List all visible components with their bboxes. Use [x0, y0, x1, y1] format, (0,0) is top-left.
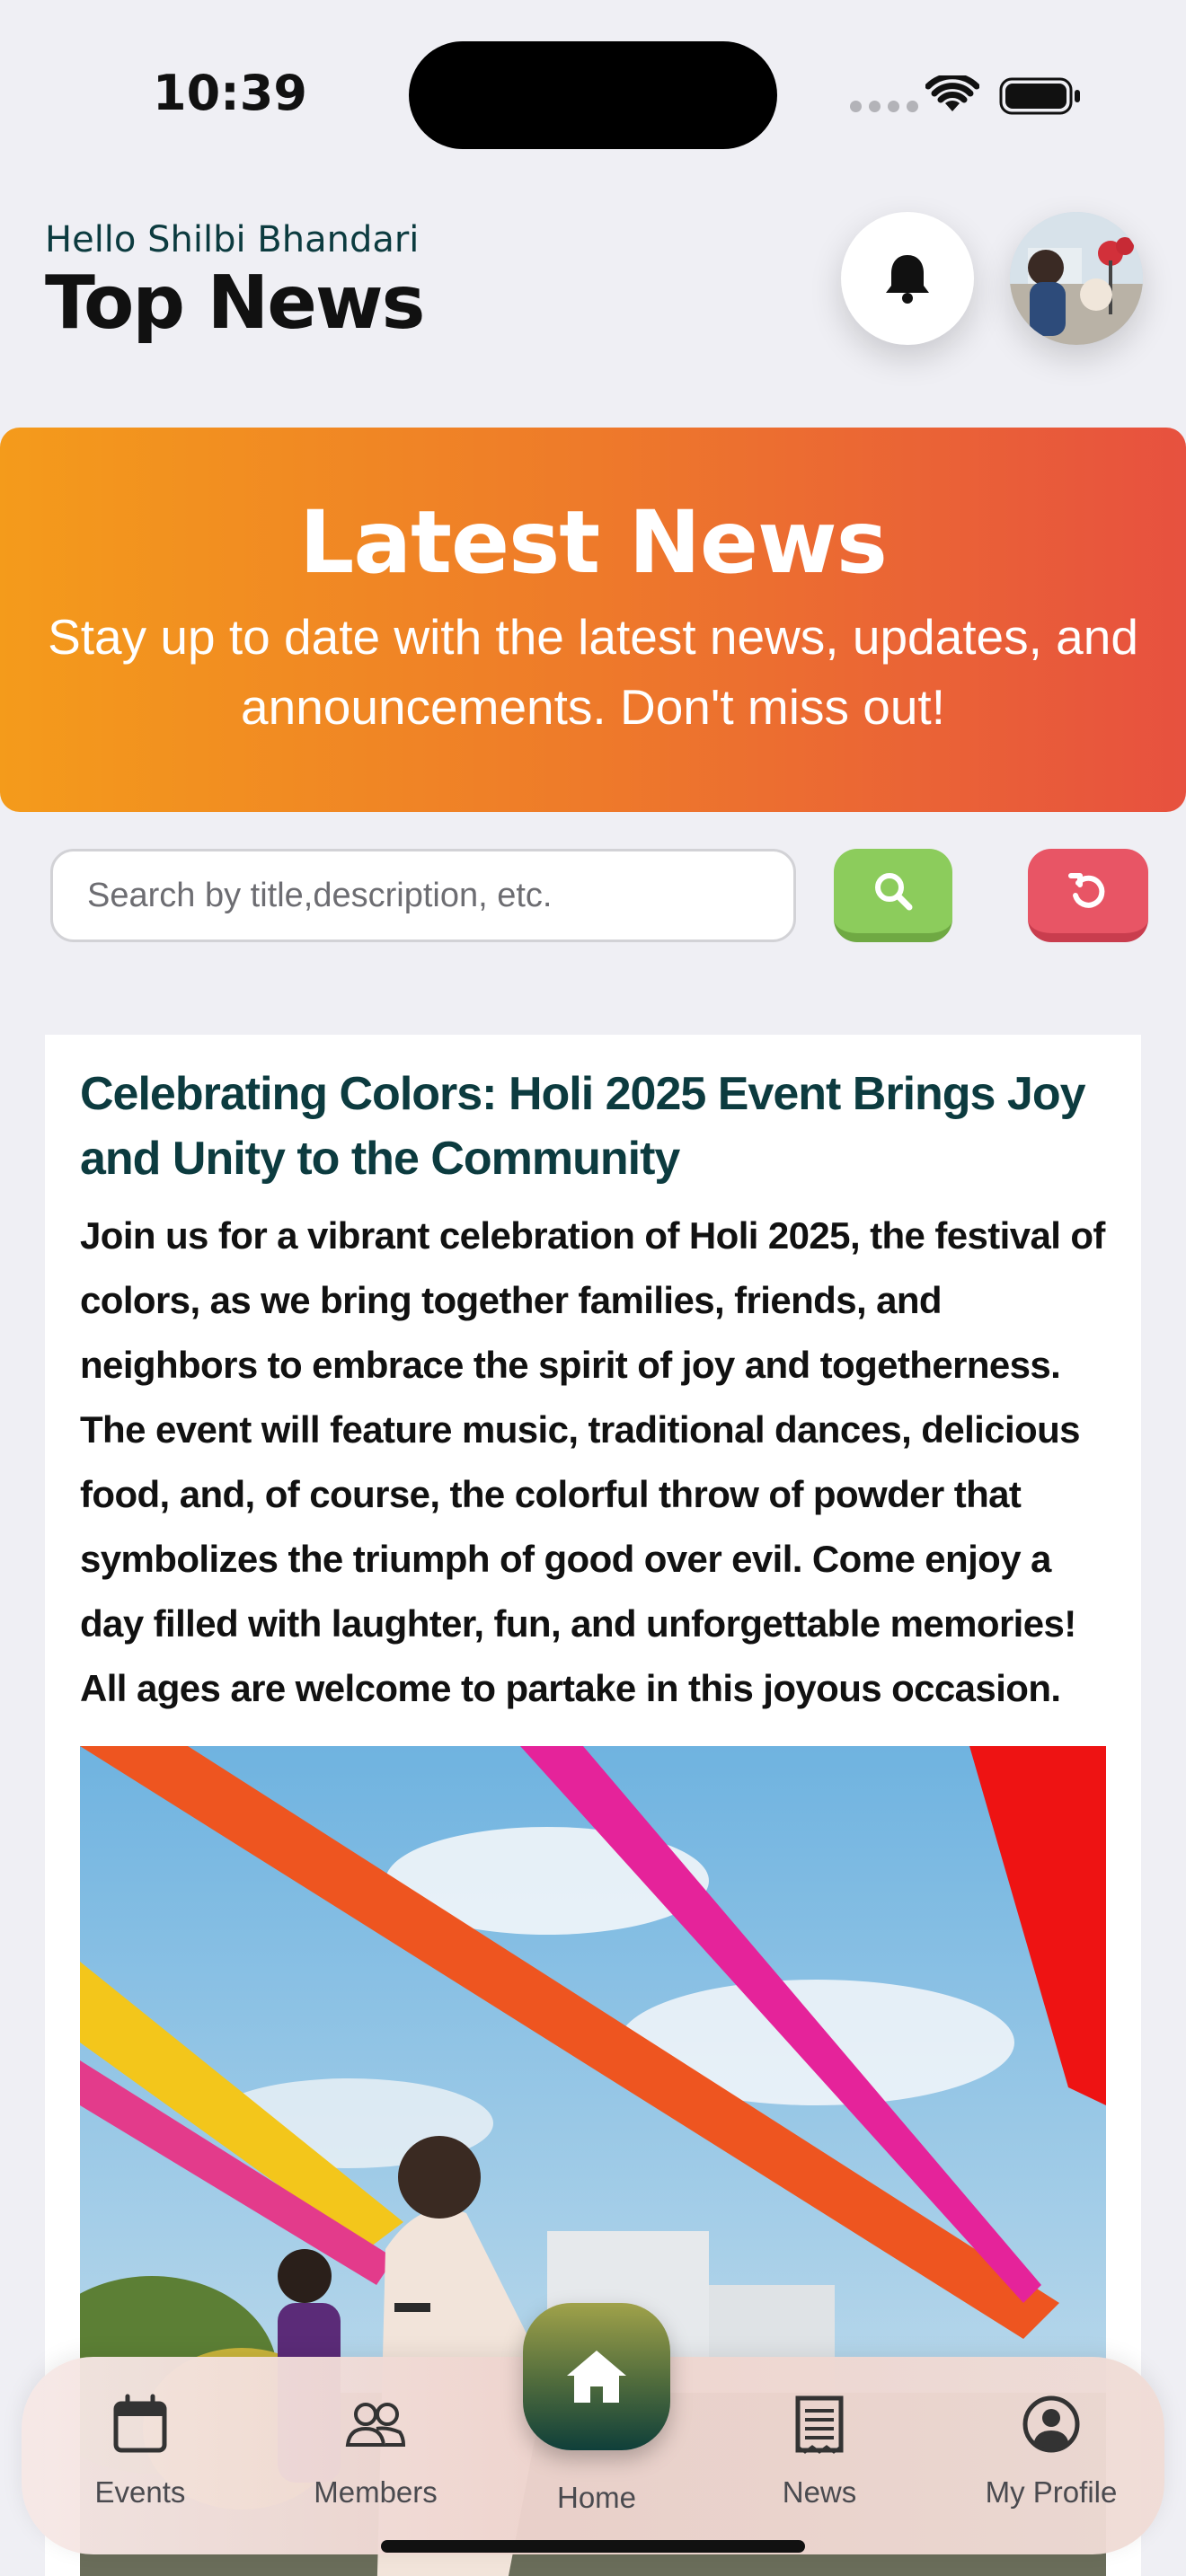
cellular-signal-icon: [850, 101, 918, 112]
nav-item-my-profile[interactable]: My Profile: [952, 2393, 1150, 2510]
nav-item-news[interactable]: News: [721, 2393, 918, 2510]
banner-title: Latest News: [299, 492, 888, 593]
home-button[interactable]: [523, 2303, 670, 2450]
nav-label-news: News: [782, 2475, 857, 2509]
notifications-button[interactable]: [841, 212, 974, 345]
reset-button[interactable]: [1028, 849, 1148, 942]
banner-subtitle: Stay up to date with the latest news, up…: [48, 609, 1138, 735]
nav-label-home: Home: [556, 2481, 637, 2514]
search-button[interactable]: [834, 849, 952, 942]
page-title: Top News: [45, 260, 425, 346]
greeting-text: Hello Shilbi Bhandari: [45, 219, 420, 260]
battery-icon: [999, 77, 1080, 115]
search-input[interactable]: [50, 849, 796, 942]
bell-icon: [886, 255, 929, 304]
dynamic-island: [409, 41, 777, 149]
avatar[interactable]: [1010, 212, 1143, 345]
nav-label-my-profile: My Profile: [985, 2475, 1118, 2509]
profile-icon: [1022, 2395, 1080, 2453]
nav-item-events[interactable]: Events: [41, 2393, 239, 2510]
home-icon: [567, 2351, 626, 2403]
search-icon: [875, 873, 913, 911]
nav-item-members[interactable]: Members: [277, 2393, 474, 2510]
newspaper-icon: [795, 2395, 844, 2454]
news-description: Join us for a vibrant celebration of Hol…: [80, 1214, 1105, 1709]
news-title[interactable]: Celebrating Colors: Holi 2025 Event Brin…: [80, 1062, 1113, 1191]
wifi-icon: [925, 75, 979, 111]
members-icon: [345, 2403, 406, 2447]
home-indicator: [381, 2540, 805, 2553]
nav-label-events: Events: [94, 2475, 186, 2509]
nav-label-members: Members: [314, 2475, 438, 2509]
status-time: 10:39: [153, 65, 307, 121]
avatar-photo: [1010, 212, 1143, 345]
latest-news-banner: Latest News Stay up to date with the lat…: [0, 428, 1186, 812]
reset-icon: [1068, 873, 1105, 908]
calendar-icon: [113, 2394, 167, 2453]
